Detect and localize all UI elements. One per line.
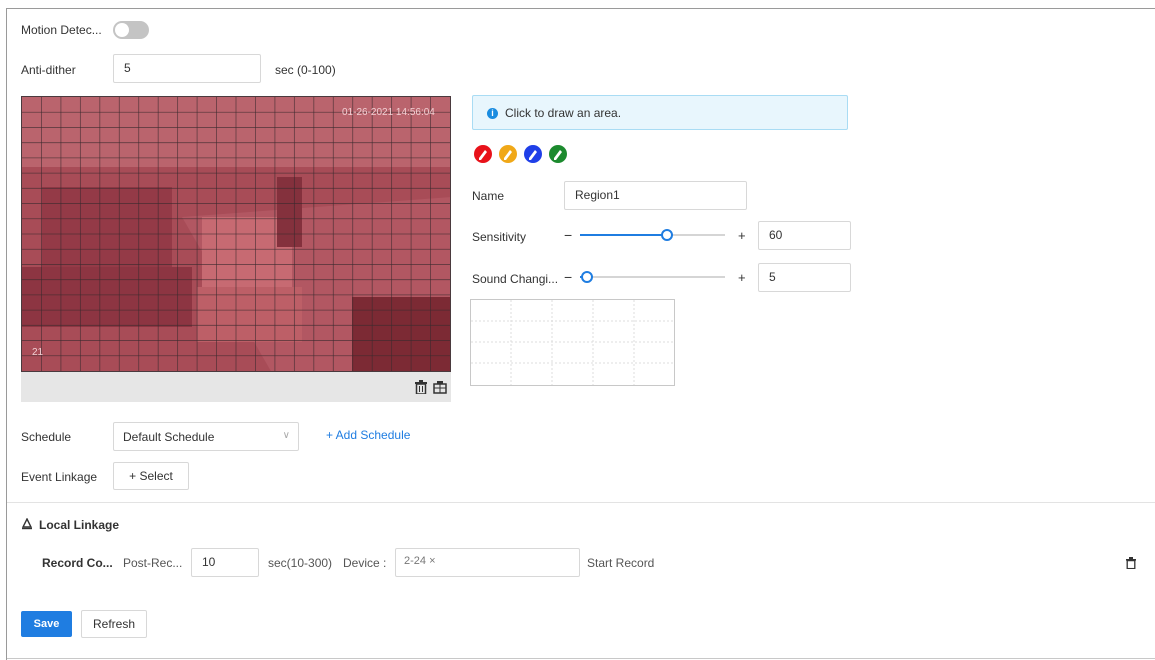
info-icon: i [487,108,498,119]
motion-detection-toggle[interactable] [113,21,149,39]
sound-change-minus-button[interactable]: − [564,269,572,285]
sensitivity-input[interactable]: 60 [758,221,851,250]
sound-waveform-chart [470,299,675,386]
trash-icon[interactable] [415,380,427,397]
region2-pen[interactable] [499,145,517,163]
record-action-label: Start Record [587,556,655,570]
sensitivity-minus-button[interactable]: − [564,227,572,243]
video-toolbar [21,372,451,402]
region1-pen[interactable] [474,145,492,163]
post-record-label: Post-Rec... [123,556,183,570]
schedule-select[interactable]: Default Schedule ∨ [113,422,299,451]
motion-detection-label: Motion Detec... [21,23,102,37]
post-record-input[interactable]: 10 [191,548,259,577]
video-timestamp: 01-26-2021 14:56:04 [342,107,435,118]
region-name-label: Name [472,189,505,203]
post-record-unit: sec(10-300) [268,556,333,570]
video-preview[interactable]: 01-26-2021 14:56:04 21 [21,96,451,402]
schedule-value: Default Schedule [123,430,215,444]
region-name-input[interactable]: Region1 [564,181,747,210]
toggle-knob [115,23,129,37]
anti-dither-label: Anti-dither [21,63,76,77]
info-message: Click to draw an area. [505,106,622,120]
sensitivity-plus-button[interactable]: + [738,228,746,243]
region3-pen[interactable] [524,145,542,163]
anti-dither-unit: sec (0-100) [275,63,336,77]
channel-label: 21 [32,347,44,358]
sound-change-label: Sound Changi... [472,272,559,286]
device-tag[interactable]: 2-24 × [404,555,436,567]
pencil-icon [554,150,562,160]
device-label: Device : [343,556,387,570]
event-linkage-select-button[interactable]: + Select [113,462,189,490]
sound-slider-track[interactable] [580,276,725,278]
pencil-icon [504,150,512,160]
bottom-border [7,658,1155,659]
sens-slider-thumb[interactable] [661,229,673,241]
pencil-icon [479,150,487,160]
local-linkage-title: Local Linkage [39,518,120,532]
sensitivity-label: Sensitivity [472,230,527,244]
sound-change-plus-button[interactable]: + [738,270,746,285]
region4-pen[interactable] [549,145,567,163]
chevron-down-icon: ∨ [282,430,290,441]
pencil-icon [529,150,537,160]
schedule-label: Schedule [21,430,72,444]
refresh-button[interactable]: Refresh [81,610,147,638]
record-control-label: Record Co... [42,556,113,570]
save-button[interactable]: Save [21,611,72,637]
camera-image[interactable]: 01-26-2021 14:56:04 21 [21,96,451,372]
select-all-icon[interactable] [433,380,447,397]
event-linkage-label: Event Linkage [21,470,98,484]
bell-icon [21,517,33,533]
info-banner: i Click to draw an area. [472,95,848,130]
section-divider [7,502,1155,503]
motion-grid[interactable] [22,97,450,371]
add-schedule-button[interactable]: + Add Schedule [326,428,410,442]
sens-slider-fill [580,234,667,236]
anti-dither-input[interactable]: 5 [113,54,261,83]
delete-linkage-icon[interactable] [1126,557,1136,572]
sound-change-input[interactable]: 5 [758,263,851,292]
